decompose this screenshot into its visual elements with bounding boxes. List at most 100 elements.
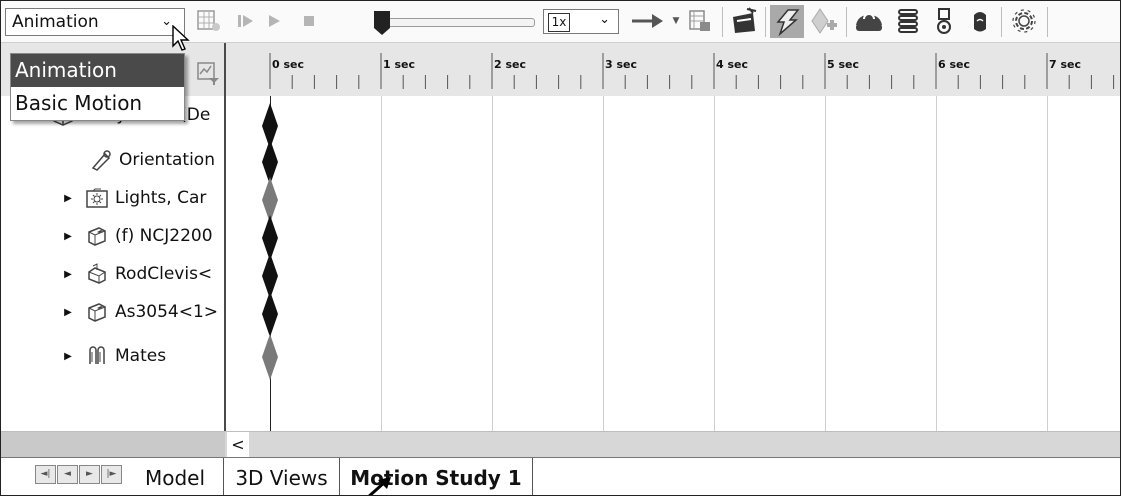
- save-animation-button[interactable]: [685, 8, 715, 34]
- expand-arrow-icon[interactable]: ▶: [63, 193, 73, 204]
- lights-folder-icon: [85, 186, 109, 210]
- gravity-button[interactable]: [965, 8, 995, 34]
- small-down-arrow-icon: ▼: [672, 16, 680, 26]
- timeline-horizontal-scrollbar[interactable]: <: [1, 431, 1120, 458]
- grid-line: [714, 96, 715, 431]
- tree-item-label: Orientation: [119, 150, 215, 170]
- tick-label-4: 4 sec: [716, 58, 749, 71]
- animation-wizard-button[interactable]: [727, 7, 761, 34]
- motor-button[interactable]: [851, 8, 887, 34]
- timeline-area[interactable]: 0 sec 1 sec 2 sec 3 sec 4 sec 5 sec 6 se…: [226, 43, 1120, 431]
- animation-wizard-icon: [733, 7, 757, 33]
- playback-slider-track[interactable]: [385, 18, 535, 27]
- add-key-icon: [811, 8, 837, 34]
- tick-label-7: 7 sec: [1049, 58, 1082, 71]
- key-point-mates[interactable]: [261, 334, 279, 380]
- tree-item-label: Lights, Car: [115, 188, 207, 208]
- tick-label-0: 0 sec: [272, 58, 305, 71]
- save-animation-icon: [689, 10, 710, 31]
- key-point-as3054[interactable]: [261, 291, 279, 337]
- part-icon: [85, 224, 109, 248]
- toolbar-separator: [1001, 7, 1002, 37]
- play-button[interactable]: [261, 8, 287, 34]
- gravity-icon: [974, 12, 986, 32]
- add-key-button[interactable]: [807, 8, 841, 34]
- ruler-ticks: [269, 53, 1115, 89]
- calculator-icon: [197, 10, 220, 31]
- menu-item-animation[interactable]: Animation: [11, 54, 184, 87]
- play-icon: [269, 15, 280, 27]
- timeline-ruler[interactable]: 0 sec 1 sec 2 sec 3 sec 4 sec 5 sec 6 se…: [226, 43, 1120, 96]
- playback-slider-thumb[interactable]: [373, 10, 391, 36]
- last-tab-icon[interactable]: |►: [101, 465, 122, 484]
- grid-line: [381, 96, 382, 431]
- expand-arrow-icon[interactable]: ▶: [63, 307, 73, 318]
- tree-item-label: Mates: [115, 346, 167, 366]
- document-tabs: ◄| ◄ ► |► Model 3D Views Motion Study 1: [1, 457, 1120, 495]
- previous-tab-icon[interactable]: ◄: [57, 465, 78, 484]
- part-icon: [85, 262, 109, 286]
- tab-scroll-buttons: ◄| ◄ ► |►: [35, 465, 123, 484]
- annotation-arrow-icon: [368, 477, 391, 495]
- tick-label-1: 1 sec: [383, 58, 416, 71]
- motor-icon: [856, 13, 882, 31]
- gear-icon: [1012, 9, 1036, 33]
- grid-line: [936, 96, 937, 431]
- tree-scroll-area: [1, 432, 225, 458]
- chevron-down-icon: ⌄: [599, 12, 610, 27]
- motion-toolbar: Animation ⌄ 1x ⌄ ▼: [1, 1, 1120, 51]
- autokey-button[interactable]: [770, 5, 804, 38]
- stop-button[interactable]: [296, 8, 322, 34]
- expand-arrow-icon[interactable]: ▶: [63, 269, 73, 280]
- playback-mode-button[interactable]: [629, 8, 671, 34]
- next-tab-icon[interactable]: ►: [79, 465, 100, 484]
- grid-line: [825, 96, 826, 431]
- contact-icon: [937, 8, 951, 34]
- camera-icon: [89, 148, 113, 172]
- tab-label: Model: [144, 466, 206, 490]
- playback-mode-dropdown[interactable]: ▼: [669, 8, 683, 34]
- spring-button[interactable]: [893, 8, 923, 34]
- filter-icon[interactable]: [195, 60, 221, 86]
- tab-model[interactable]: Model: [127, 458, 224, 495]
- tree-item-label: RodClevis<: [115, 264, 213, 284]
- results-and-plots-button[interactable]: [1007, 8, 1041, 34]
- tab-3d-views[interactable]: 3D Views: [224, 458, 340, 495]
- study-type-dropdown: Animation Basic Motion: [10, 53, 185, 121]
- grid-line: [492, 96, 493, 431]
- autokey-icon: [776, 8, 800, 36]
- mates-icon: [85, 344, 109, 368]
- expand-arrow-icon[interactable]: ▶: [63, 351, 73, 362]
- spring-icon: [898, 9, 918, 33]
- motionmanager-window: Animation ⌄ 1x ⌄ ▼ Animation Basic Motio…: [0, 0, 1121, 496]
- playback-mode-arrow-icon: [632, 14, 663, 28]
- play-from-start-icon: [238, 15, 253, 27]
- toolbar-separator: [1047, 7, 1048, 37]
- tab-label: 3D Views: [235, 466, 328, 490]
- toolbar-separator: [765, 7, 766, 37]
- tick-label-3: 3 sec: [605, 58, 638, 71]
- tick-label-2: 2 sec: [494, 58, 527, 71]
- part-icon: [85, 300, 109, 324]
- first-tab-icon[interactable]: ◄|: [35, 465, 56, 484]
- grid-line: [603, 96, 604, 431]
- study-type-select[interactable]: Animation ⌄: [5, 8, 185, 36]
- playback-speed-value: 1x: [548, 13, 570, 32]
- stop-icon: [304, 16, 314, 26]
- toolbar-separator: [722, 7, 723, 37]
- mouse-cursor-icon: [172, 25, 190, 51]
- tick-label-6: 6 sec: [938, 58, 971, 71]
- expand-arrow-icon[interactable]: ▶: [63, 231, 73, 242]
- calculate-button[interactable]: [194, 8, 224, 34]
- study-type-value: Animation: [12, 12, 99, 32]
- tree-item-label: As3054<1>: [115, 302, 219, 322]
- tree-item-label: (f) NCJ2200: [115, 226, 213, 246]
- menu-item-basic-motion[interactable]: Basic Motion: [11, 87, 184, 120]
- play-from-start-button[interactable]: [233, 8, 259, 34]
- contact-button[interactable]: [929, 8, 959, 34]
- scroll-left-button[interactable]: <: [227, 432, 249, 458]
- scroll-left-icon: <: [231, 435, 245, 454]
- tick-label-5: 5 sec: [827, 58, 860, 71]
- playback-speed-select[interactable]: 1x ⌄: [543, 9, 619, 34]
- grid-line: [1047, 96, 1048, 431]
